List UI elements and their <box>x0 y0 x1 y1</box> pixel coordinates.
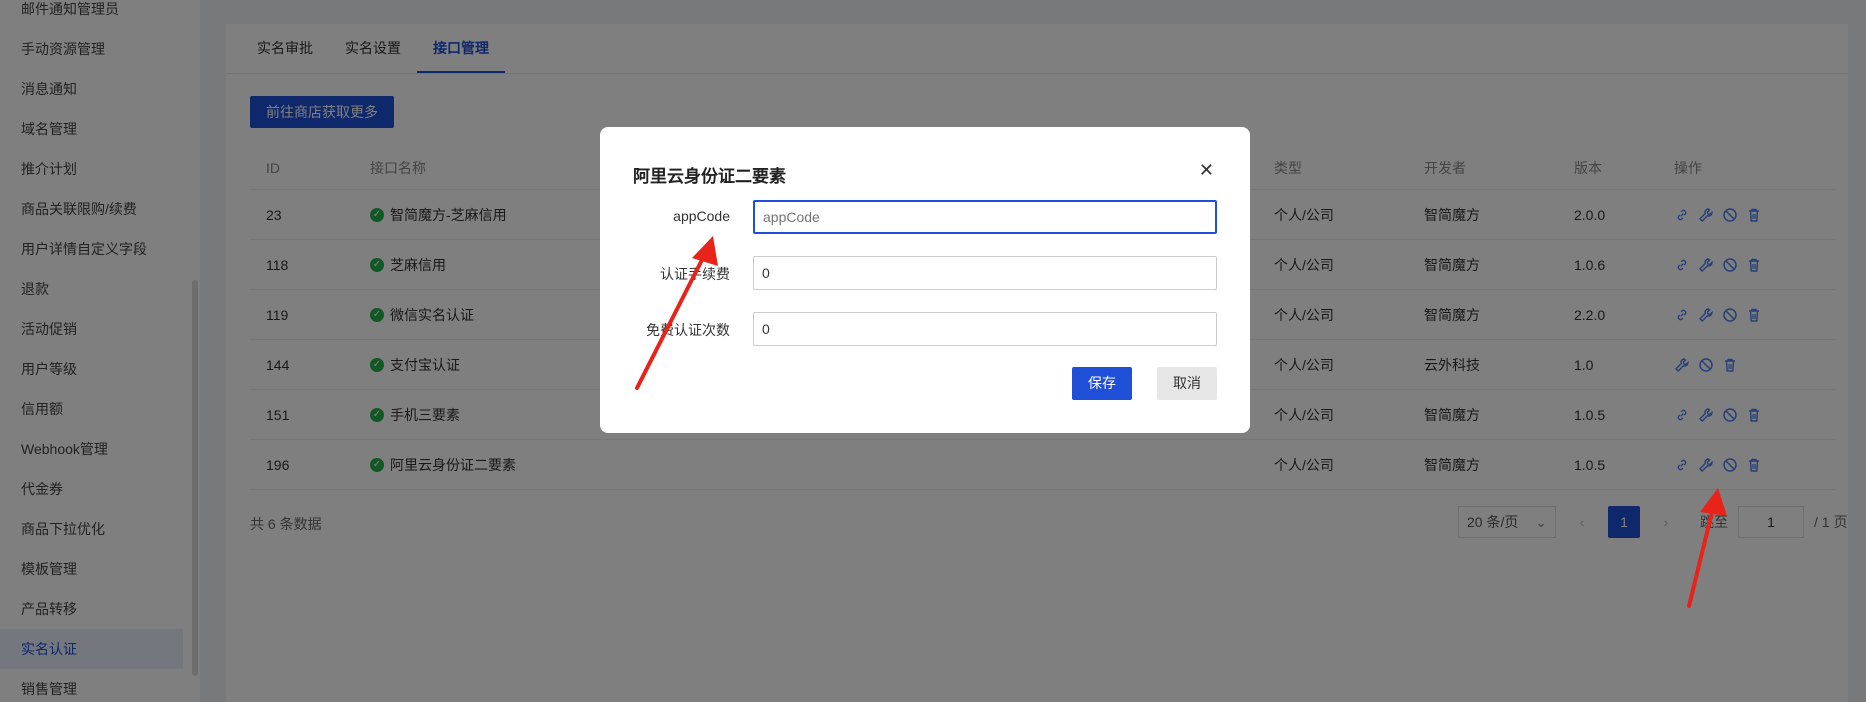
save-button[interactable]: 保存 <box>1072 367 1132 400</box>
appcode-label: appCode <box>673 208 730 224</box>
field-row-fee: 认证手续费 <box>600 256 1250 290</box>
modal-title: 阿里云身份证二要素 <box>633 167 786 186</box>
free-count-input[interactable] <box>753 312 1217 346</box>
field-row-appcode: appCode <box>600 200 1250 234</box>
cancel-button[interactable]: 取消 <box>1157 367 1217 400</box>
config-modal: 阿里云身份证二要素 ✕ appCode 认证手续费 免费认证次数 保存 取消 <box>600 127 1250 433</box>
fee-input[interactable] <box>753 256 1217 290</box>
free-count-label: 免费认证次数 <box>646 322 730 338</box>
field-row-free-count: 免费认证次数 <box>600 312 1250 346</box>
fee-label: 认证手续费 <box>660 266 730 282</box>
appcode-input[interactable] <box>753 200 1217 234</box>
close-icon[interactable]: ✕ <box>1199 161 1214 179</box>
